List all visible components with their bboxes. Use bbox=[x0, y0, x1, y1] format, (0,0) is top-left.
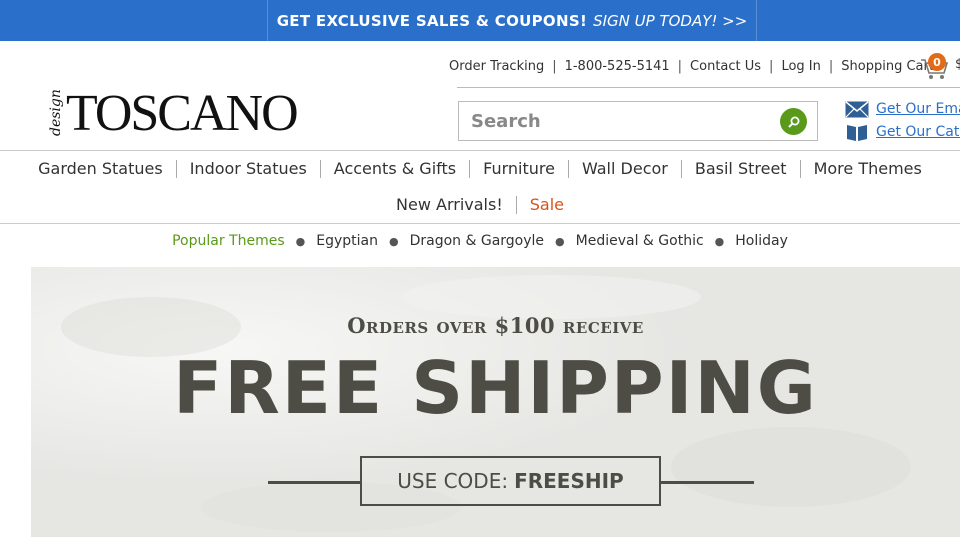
utility-links: Order Tracking | 1-800-525-5141 | Contac… bbox=[449, 57, 934, 75]
login-link[interactable]: Log In bbox=[781, 59, 820, 74]
main-nav: Garden Statues Indoor Statues Accents & … bbox=[0, 151, 960, 223]
theme-link-medieval-gothic[interactable]: Medieval & Gothic bbox=[576, 233, 704, 249]
promo-bar: GET EXCLUSIVE SALES & COUPONS! SIGN UP T… bbox=[0, 0, 960, 41]
promo-code-label: USE CODE: bbox=[397, 469, 509, 493]
nav-item-sale[interactable]: Sale bbox=[515, 196, 577, 214]
separator: | bbox=[828, 58, 834, 74]
nav-item-indoor-statues[interactable]: Indoor Statues bbox=[175, 160, 320, 178]
nav-item-new-arrivals[interactable]: New Arrivals! bbox=[383, 196, 516, 214]
nav-item-furniture[interactable]: Furniture bbox=[469, 160, 568, 178]
promo-code-box: USE CODE: FREESHIP bbox=[360, 456, 661, 506]
catalog-request[interactable]: Get Our Catalog bbox=[845, 122, 960, 142]
popular-themes-label[interactable]: Popular Themes bbox=[172, 233, 285, 249]
search-button[interactable] bbox=[780, 108, 807, 135]
logo-prefix: design bbox=[48, 89, 64, 136]
bullet-separator: ● bbox=[714, 234, 725, 248]
theme-link-holiday[interactable]: Holiday bbox=[735, 233, 788, 249]
header-divider bbox=[457, 87, 960, 88]
banner-line-1: Orders over $100 receive bbox=[347, 313, 644, 338]
theme-link-dragon-gargoyle[interactable]: Dragon & Gargoyle bbox=[410, 233, 544, 249]
get-emails-link[interactable]: Get Our Emails bbox=[876, 101, 960, 117]
banner-rule-right bbox=[661, 481, 754, 484]
email-signup[interactable]: Get Our Emails bbox=[845, 99, 960, 119]
bullet-separator: ● bbox=[295, 234, 306, 248]
separator: | bbox=[552, 58, 557, 74]
contact-us-link[interactable]: Contact Us bbox=[690, 59, 761, 74]
bullet-separator: ● bbox=[555, 234, 565, 248]
search-box bbox=[458, 101, 818, 141]
cart-total: $ bbox=[955, 57, 960, 72]
logo-brand: TOSCANO bbox=[66, 85, 299, 142]
banner-headline: FREE SHIPPING bbox=[173, 346, 818, 430]
bullet-separator: ● bbox=[388, 234, 399, 248]
promo-signup-link[interactable]: GET EXCLUSIVE SALES & COUPONS! SIGN UP T… bbox=[267, 0, 757, 41]
banner-rule-left bbox=[268, 481, 360, 484]
envelope-icon bbox=[845, 100, 869, 117]
promo-headline: GET EXCLUSIVE SALES & COUPONS! bbox=[276, 11, 588, 30]
get-catalog-link[interactable]: Get Our Catalog bbox=[876, 124, 960, 140]
nav-item-accents-gifts[interactable]: Accents & Gifts bbox=[319, 160, 469, 178]
main-nav-row-2: New Arrivals! Sale bbox=[0, 196, 960, 214]
nav-item-more-themes[interactable]: More Themes bbox=[799, 160, 935, 178]
phone-link[interactable]: 1-800-525-5141 bbox=[565, 59, 670, 74]
popular-themes-bar: Popular Themes ● Egyptian ● Dragon & Gar… bbox=[0, 233, 960, 249]
order-tracking-link[interactable]: Order Tracking bbox=[449, 59, 544, 74]
search-input[interactable] bbox=[459, 102, 769, 140]
main-nav-row-1: Garden Statues Indoor Statues Accents & … bbox=[0, 160, 960, 178]
promo-code-value: FREESHIP bbox=[514, 469, 624, 493]
search-icon bbox=[787, 116, 799, 128]
promo-cta: SIGN UP TODAY! >> bbox=[593, 11, 748, 30]
cart-count-badge: 0 bbox=[928, 53, 946, 71]
separator: | bbox=[769, 58, 774, 74]
nav-divider-bottom bbox=[0, 223, 960, 224]
catalog-book-icon bbox=[847, 125, 867, 141]
nav-item-basil-street[interactable]: Basil Street bbox=[680, 160, 800, 178]
separator: | bbox=[677, 58, 683, 74]
nav-item-wall-decor[interactable]: Wall Decor bbox=[567, 160, 681, 178]
theme-link-egyptian[interactable]: Egyptian bbox=[316, 233, 378, 249]
nav-item-garden-statues[interactable]: Garden Statues bbox=[25, 160, 176, 178]
free-shipping-banner[interactable]: Orders over $100 receive FREE SHIPPING U… bbox=[31, 267, 960, 537]
site-logo[interactable]: design TOSCANO bbox=[46, 88, 299, 140]
